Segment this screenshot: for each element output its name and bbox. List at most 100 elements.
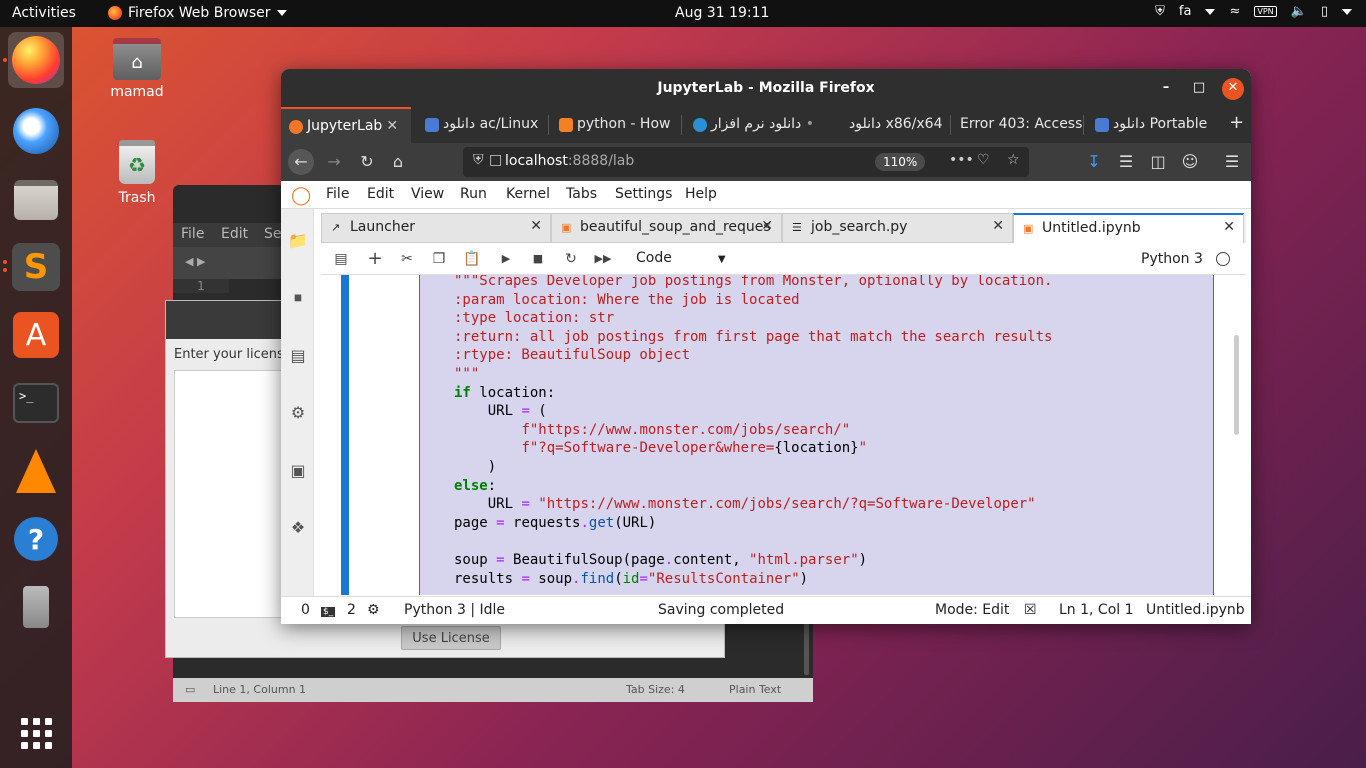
- menu-view[interactable]: View: [411, 186, 444, 202]
- code-content[interactable]: """Scrapes Developer job postings from M…: [454, 275, 1052, 588]
- tab-error-403[interactable]: Error 403: Access: [952, 107, 1082, 143]
- dock-usb[interactable]: [8, 579, 64, 635]
- system-tray[interactable]: ⛨ fa ≈ VPN 🔈 ▯: [1155, 4, 1352, 19]
- editor-menu-edit[interactable]: Edit: [221, 226, 248, 242]
- copy-icon[interactable]: ❐: [429, 249, 449, 269]
- sidebar-icon[interactable]: ◫: [1145, 149, 1171, 175]
- restart-icon[interactable]: ↻: [561, 249, 581, 269]
- page-icon[interactable]: □: [489, 152, 502, 168]
- kernels-count[interactable]: 2: [347, 602, 356, 618]
- bookmark-star-icon[interactable]: ☆: [1007, 152, 1020, 168]
- doc-tab-job-search[interactable]: ☰ job_search.py ✕: [782, 213, 1013, 243]
- active-cell-bar[interactable]: [341, 275, 349, 595]
- dock-vlc[interactable]: [8, 443, 64, 499]
- panel-icon[interactable]: ▭: [185, 683, 195, 696]
- shield-icon[interactable]: ⛨: [1155, 4, 1165, 19]
- tab-python-how[interactable]: python - How: [551, 107, 677, 143]
- activities-button[interactable]: Activities: [12, 5, 76, 21]
- editor-menu-selection[interactable]: Se: [264, 226, 282, 242]
- dock-help[interactable]: ?: [8, 511, 64, 567]
- account-icon[interactable]: ☺: [1177, 149, 1203, 175]
- url-host: localhost: [505, 153, 568, 169]
- doc-tab-untitled[interactable]: ▣ Untitled.ipynb ✕: [1013, 213, 1244, 243]
- tab-linux-download[interactable]: دانلود ac/Linux: [417, 107, 545, 143]
- editor-status-syntax[interactable]: Plain Text: [729, 683, 781, 696]
- keyboard-layout[interactable]: fa: [1179, 4, 1192, 19]
- url-bar[interactable]: ⛨ □ localhost:8888/lab 110% ••• ♡ ☆: [463, 147, 1029, 177]
- notebook-scrollbar[interactable]: [1234, 335, 1239, 435]
- run-icon[interactable]: ▶: [496, 249, 516, 269]
- menu-kernel[interactable]: Kernel: [506, 186, 550, 202]
- dock-terminal[interactable]: >_: [8, 375, 64, 431]
- cursor-position[interactable]: Ln 1, Col 1: [1059, 602, 1134, 618]
- use-license-button[interactable]: Use License: [401, 626, 501, 650]
- firefox-window[interactable]: JupyterLab - Mozilla Firefox – □ ✕ Jupyt…: [281, 69, 1251, 624]
- doc-tab-launcher[interactable]: ↗ Launcher ✕: [321, 213, 551, 243]
- forward-button[interactable]: →: [321, 149, 347, 175]
- close-icon[interactable]: ✕: [761, 218, 773, 234]
- show-applications[interactable]: [8, 705, 64, 761]
- dock-firefox[interactable]: [8, 32, 64, 88]
- maximize-icon[interactable]: □: [1188, 78, 1210, 100]
- library-icon[interactable]: ☰: [1113, 149, 1139, 175]
- shield-icon[interactable]: ⛨: [473, 152, 484, 168]
- dock-thunderbird[interactable]: [8, 103, 64, 159]
- fast-forward-icon[interactable]: ▶▶: [593, 249, 613, 269]
- menu-tabs[interactable]: Tabs: [566, 186, 597, 202]
- editor-status-tab-size[interactable]: Tab Size: 4: [626, 683, 685, 696]
- close-icon[interactable]: ✕: [1222, 78, 1244, 100]
- close-icon[interactable]: ✕: [992, 218, 1004, 234]
- close-icon[interactable]: ✕: [1223, 219, 1235, 235]
- doc-tab-beautiful-soup[interactable]: ▣ beautiful_soup_and_reques ✕: [551, 213, 782, 243]
- app-menu[interactable]: Firefox Web Browser: [108, 5, 287, 21]
- paste-icon[interactable]: 📋: [462, 249, 482, 269]
- tab-x86-download[interactable]: دانلود x86/x64: [841, 107, 951, 143]
- stop-icon[interactable]: ■: [528, 249, 548, 269]
- close-icon[interactable]: ✕: [530, 218, 542, 234]
- back-button[interactable]: ←: [288, 149, 314, 175]
- editor-scrollbar[interactable]: [804, 623, 809, 675]
- add-cell-icon[interactable]: +: [365, 249, 385, 269]
- kernel-name[interactable]: Python 3: [1141, 251, 1203, 267]
- reload-button[interactable]: ↻: [354, 149, 380, 175]
- more-icon[interactable]: •••: [949, 152, 974, 168]
- menu-help[interactable]: Help: [685, 186, 717, 202]
- editor-menu-file[interactable]: File: [181, 226, 204, 242]
- property-inspector-icon[interactable]: ⚙: [288, 403, 308, 423]
- new-tab-button[interactable]: +: [1223, 107, 1251, 143]
- tab-nav-icon[interactable]: ◀ ▶: [185, 255, 205, 268]
- menu-file[interactable]: File: [326, 186, 349, 202]
- home-button[interactable]: ⌂: [385, 149, 411, 175]
- extensions-icon[interactable]: ❖: [288, 518, 308, 538]
- menu-edit[interactable]: Edit: [367, 186, 394, 202]
- desktop-home[interactable]: ⌂ mamad: [97, 38, 177, 100]
- save-icon[interactable]: ▤: [331, 249, 351, 269]
- clock[interactable]: Aug 31 19:11: [675, 5, 769, 21]
- dock-software-store[interactable]: A: [8, 307, 64, 363]
- menu-icon[interactable]: ☰: [1219, 149, 1245, 175]
- terminals-count[interactable]: 0: [301, 602, 310, 618]
- downloads-icon[interactable]: ↧: [1081, 149, 1107, 175]
- kernel-state[interactable]: Python 3 | Idle: [404, 602, 505, 618]
- desktop-trash[interactable]: ♻ Trash: [97, 140, 177, 206]
- tab-jupyterlab[interactable]: JupyterLab ✕: [281, 107, 411, 143]
- dock-files[interactable]: [8, 172, 64, 228]
- running-kernels-icon[interactable]: ⏹: [288, 288, 308, 308]
- close-icon[interactable]: ✕: [386, 118, 398, 134]
- tab-software-download[interactable]: دانلود نرم افزار •: [685, 107, 815, 143]
- menu-settings[interactable]: Settings: [615, 186, 672, 202]
- folder-icon[interactable]: 📁: [288, 231, 308, 251]
- tab-portable-download[interactable]: دانلود Portable: [1087, 107, 1217, 143]
- code-cell-editor[interactable]: """Scrapes Developer job postings from M…: [419, 275, 1214, 595]
- menu-run[interactable]: Run: [460, 186, 487, 202]
- trusted-icon[interactable]: ☒: [1024, 602, 1037, 618]
- commands-icon[interactable]: ▤: [288, 346, 308, 366]
- url-text[interactable]: localhost:8888/lab: [505, 153, 634, 169]
- tabs-icon[interactable]: ▣: [288, 461, 308, 481]
- cut-icon[interactable]: ✂: [397, 249, 417, 269]
- minimize-icon[interactable]: –: [1155, 78, 1177, 100]
- cell-type-select[interactable]: Code ▼: [636, 250, 726, 266]
- zoom-level[interactable]: 110%: [875, 153, 926, 171]
- dock-sublime[interactable]: S: [8, 239, 64, 295]
- pocket-icon[interactable]: ♡: [977, 152, 990, 168]
